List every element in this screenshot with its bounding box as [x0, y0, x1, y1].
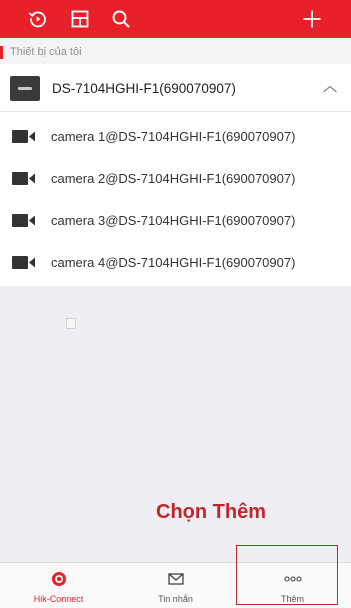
bottom-nav: Hik-Connect Tin nhắn Thêm	[0, 562, 351, 608]
camera-icon	[12, 130, 36, 143]
camera-icon	[12, 256, 36, 269]
placeholder-icon	[66, 318, 76, 329]
layout-icon[interactable]	[68, 7, 92, 31]
device-name: DS-7104HGHI-F1(690070907)	[52, 81, 236, 96]
nav-item-messages[interactable]: Tin nhắn	[117, 563, 234, 608]
device-list-panel: DS-7104HGHI-F1(690070907) camera 1@DS-71…	[0, 64, 351, 286]
camera-name: camera 4@DS-7104HGHI-F1(690070907)	[51, 255, 296, 270]
search-icon[interactable]	[109, 7, 133, 31]
camera-row[interactable]: camera 2@DS-7104HGHI-F1(690070907)	[0, 158, 351, 200]
nav-label: Thêm	[280, 594, 304, 604]
more-icon	[283, 571, 302, 587]
camera-name: camera 3@DS-7104HGHI-F1(690070907)	[51, 213, 296, 228]
annotation-text: Chọn Thêm	[156, 501, 266, 523]
camera-row[interactable]: camera 3@DS-7104HGHI-F1(690070907)	[0, 200, 351, 242]
device-row[interactable]: DS-7104HGHI-F1(690070907)	[0, 64, 351, 112]
camera-row[interactable]: camera 4@DS-7104HGHI-F1(690070907)	[0, 242, 351, 284]
top-bar	[0, 0, 351, 38]
message-icon	[167, 571, 185, 587]
nav-label: Hik-Connect	[33, 594, 84, 604]
collapse-chevron-icon[interactable]	[322, 82, 338, 94]
history-icon[interactable]	[26, 7, 50, 31]
camera-name: camera 2@DS-7104HGHI-F1(690070907)	[51, 171, 296, 186]
nav-item-hik-connect[interactable]: Hik-Connect	[0, 563, 117, 608]
section-title: Thiết bị của tôi	[10, 46, 82, 58]
camera-icon	[12, 214, 36, 227]
camera-name: camera 1@DS-7104HGHI-F1(690070907)	[51, 129, 296, 144]
section-accent-bar	[0, 46, 3, 59]
camera-row[interactable]: camera 1@DS-7104HGHI-F1(690070907)	[0, 116, 351, 158]
section-header: Thiết bị của tôi	[0, 40, 351, 64]
hik-connect-icon	[50, 571, 68, 587]
dvr-icon	[10, 76, 40, 101]
nav-item-more[interactable]: Thêm	[234, 563, 351, 608]
nav-label: Tin nhắn	[158, 594, 193, 604]
camera-icon	[12, 172, 36, 185]
add-icon[interactable]	[300, 7, 324, 31]
